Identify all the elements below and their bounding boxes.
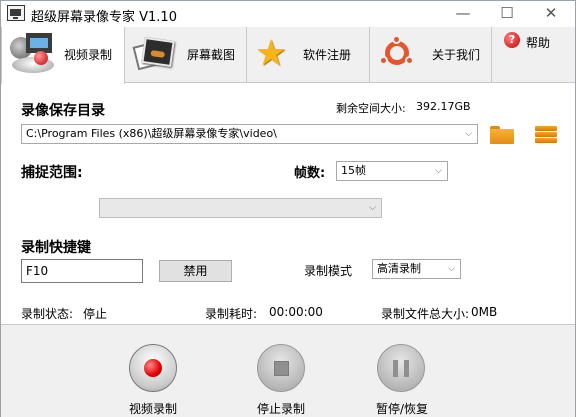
- tab-about-label: 关于我们: [432, 48, 481, 62]
- pause-icon: [393, 360, 398, 377]
- file-size-value: 0MB: [471, 305, 498, 319]
- app-monitor-icon: [7, 5, 25, 21]
- pause-button-label: 暂停/恢复: [376, 402, 429, 416]
- title-bar: 超级屏幕录像专家 V1.10 — ☐ ✕: [1, 1, 575, 27]
- file-size-label: 录制文件总大小:: [381, 307, 470, 321]
- tab-bar: 视频录制 屏幕截图 ★ 软件注册 关于我们 ? 帮助: [1, 27, 575, 84]
- browse-folder-icon[interactable]: [535, 124, 559, 144]
- tab-help-label: 帮助: [526, 36, 551, 50]
- control-bar: 视频录制 停止录制 暂停/恢复: [1, 324, 575, 417]
- record-mode-value: 高清录制: [377, 262, 421, 275]
- tab-register-label: 软件注册: [303, 48, 352, 62]
- open-folder-icon[interactable]: [490, 124, 516, 144]
- close-button[interactable]: ✕: [529, 1, 573, 27]
- tab-video-record[interactable]: 视频录制: [1, 27, 125, 84]
- chevron-down-icon: ⌵: [465, 129, 472, 139]
- tab-video-record-label: 视频录制: [64, 48, 113, 62]
- stop-icon: [274, 361, 289, 376]
- free-space-label: 剩余空间大小:: [336, 102, 406, 115]
- pause-button[interactable]: [377, 344, 425, 392]
- save-path-select[interactable]: C:\Program Files (x86)\超级屏幕录像专家\video\ ⌵: [21, 124, 478, 144]
- fps-select[interactable]: 15帧 ⌵: [336, 161, 448, 181]
- video-record-panel: 录像保存目录 剩余空间大小: 392.17GB C:\Program Files…: [1, 84, 575, 324]
- tab-about[interactable]: 关于我们: [370, 27, 492, 83]
- chevron-down-icon: ⌵: [448, 264, 455, 274]
- tab-register[interactable]: ★ 软件注册: [247, 27, 370, 83]
- elapsed-label: 录制耗时:: [205, 307, 258, 321]
- record-status-label: 录制状态:: [21, 307, 74, 321]
- record-mode-label: 录制模式: [304, 264, 353, 278]
- ubuntu-ring-icon: [379, 35, 414, 70]
- free-space-value: 392.17GB: [416, 100, 471, 113]
- fps-label: 帧数:: [294, 166, 326, 181]
- fps-value: 15帧: [341, 164, 366, 177]
- tab-help[interactable]: ? 帮助: [492, 27, 575, 83]
- record-button-label: 视频录制: [129, 402, 178, 416]
- capture-region-select[interactable]: ⌵: [99, 198, 382, 218]
- minimize-button[interactable]: —: [441, 1, 485, 27]
- hotkey-title: 录制快捷键: [21, 240, 91, 256]
- video-record-icon: [8, 33, 58, 75]
- record-status-value: 停止: [83, 307, 108, 321]
- save-dir-title: 录像保存目录: [21, 103, 105, 119]
- chevron-down-icon: ⌵: [435, 166, 442, 176]
- chevron-down-icon: ⌵: [369, 203, 376, 213]
- maximize-button[interactable]: ☐: [485, 1, 529, 27]
- record-mode-select[interactable]: 高清录制 ⌵: [372, 259, 461, 279]
- tab-screenshot-label: 屏幕截图: [187, 48, 236, 62]
- stop-button[interactable]: [257, 344, 305, 392]
- app-window: 超级屏幕录像专家 V1.10 — ☐ ✕ 视频录制 屏幕截图 ★ 软件注册 关于…: [0, 0, 576, 417]
- pause-icon: [404, 360, 409, 377]
- screenshot-icon: [132, 35, 177, 73]
- stop-button-label: 停止录制: [257, 402, 306, 416]
- record-button[interactable]: [129, 344, 177, 392]
- save-path-value: C:\Program Files (x86)\超级屏幕录像专家\video\: [26, 127, 277, 140]
- hotkey-input[interactable]: F10: [21, 259, 143, 283]
- capture-range-title: 捕捉范围:: [21, 165, 83, 181]
- help-icon: ?: [504, 32, 520, 48]
- window-title: 超级屏幕录像专家 V1.10: [31, 10, 177, 25]
- disable-hotkey-button[interactable]: 禁用: [159, 260, 232, 282]
- tab-screenshot[interactable]: 屏幕截图: [125, 27, 247, 83]
- star-icon: ★: [254, 33, 288, 74]
- elapsed-value: 00:00:00: [269, 305, 323, 319]
